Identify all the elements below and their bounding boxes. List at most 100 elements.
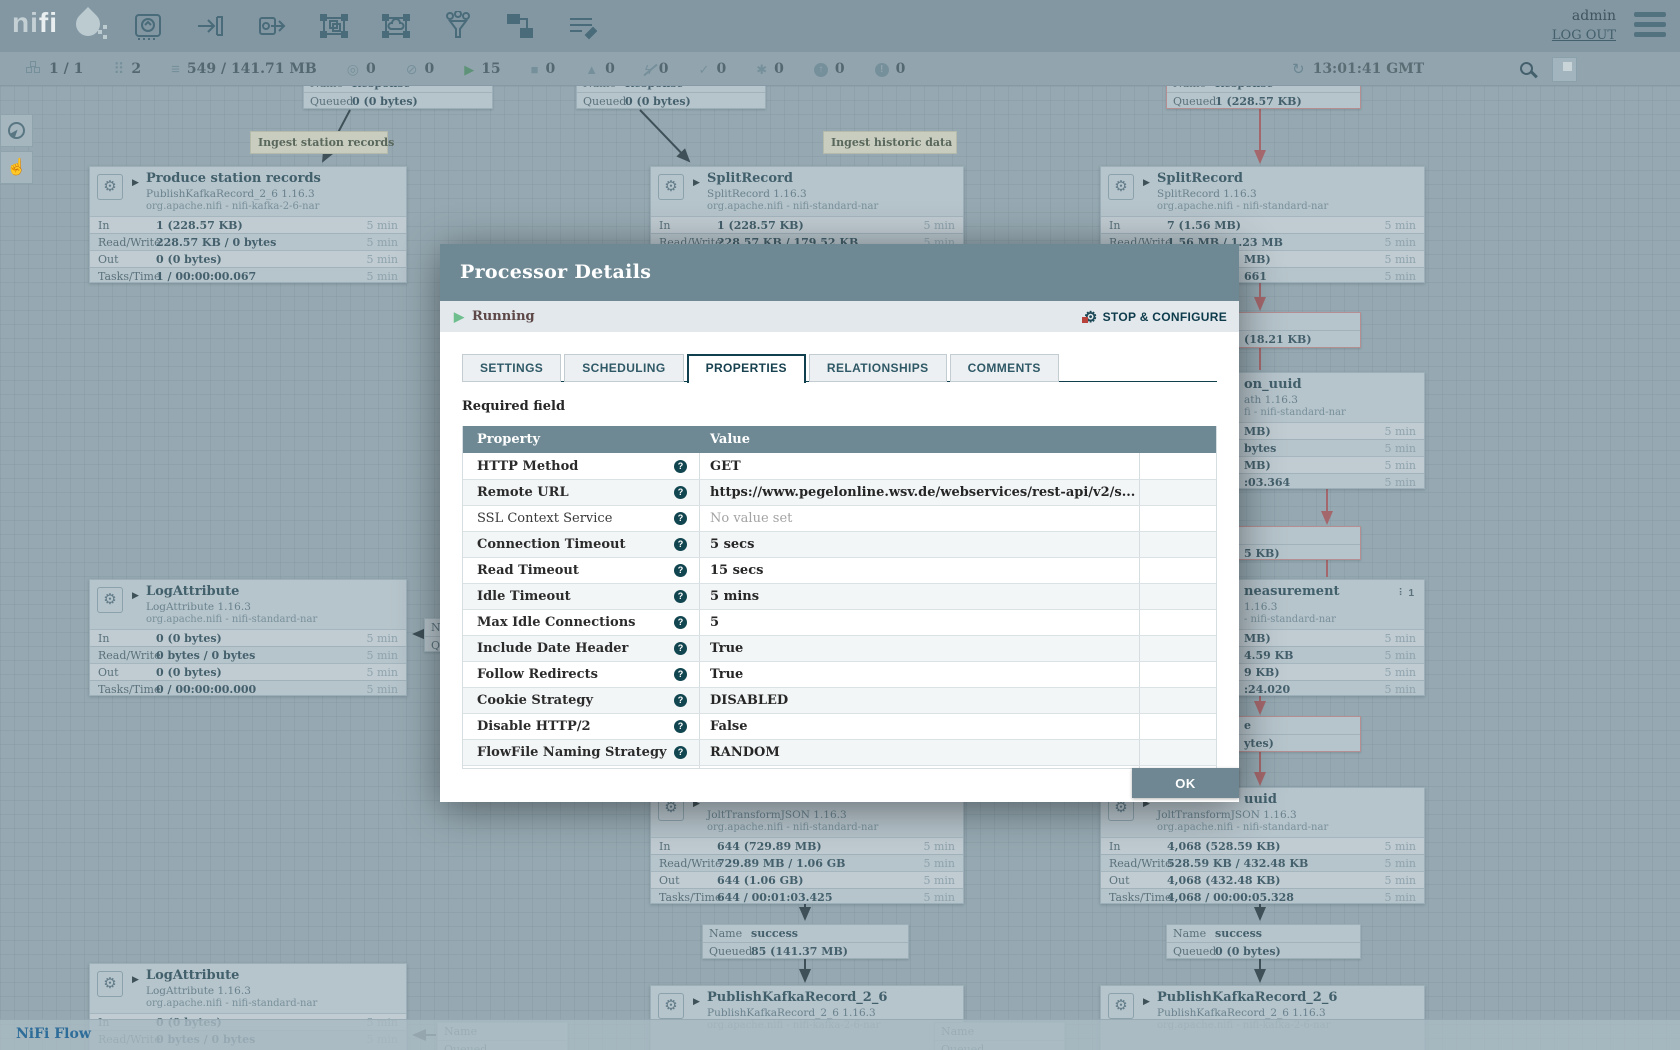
property-row[interactable]: Follow Redirects?True bbox=[463, 661, 1216, 687]
flow-label[interactable]: Ingest historic data bbox=[823, 131, 957, 154]
processor-jolttransformjson-1[interactable]: ⚙▶ JoltTransformJSON 1.16.3 org.apache.n… bbox=[650, 787, 964, 904]
label-toolbar-icon[interactable] bbox=[564, 8, 600, 44]
process-group-toolbar-icon[interactable] bbox=[316, 8, 352, 44]
tab-settings[interactable]: SETTINGS bbox=[462, 354, 561, 382]
property-name: Idle Timeout bbox=[477, 589, 571, 604]
processor-stat-row: Read/Write228.57 KB / 0 bytes5 min bbox=[90, 233, 406, 250]
processor-stat-row: Tasks/Time0 / 00:00:00.0005 min bbox=[90, 680, 406, 697]
help-icon[interactable]: ? bbox=[674, 746, 687, 759]
processor-produce-station-records[interactable]: ⚙▶ Produce station records PublishKafkaR… bbox=[89, 166, 407, 283]
value-column-header: Value bbox=[700, 426, 1140, 453]
processor-type: ath 1.16.3 bbox=[1244, 394, 1298, 406]
connection-label[interactable]: Namesuccess Queued85 (141.37 MB) bbox=[702, 924, 909, 959]
connection-label[interactable]: Namesuccess Queued0 (0 bytes) bbox=[1166, 924, 1361, 959]
cluster-nodes-icon bbox=[26, 61, 42, 77]
property-row[interactable]: HTTP Method?GET bbox=[463, 453, 1216, 479]
help-icon[interactable]: ? bbox=[674, 668, 687, 681]
processor-logattribute[interactable]: ⚙▶ LogAttribute LogAttribute 1.16.3 org.… bbox=[89, 579, 407, 696]
user-area: admin LOG OUT bbox=[1552, 8, 1616, 43]
property-row[interactable]: Idle Timeout?5 mins bbox=[463, 583, 1216, 609]
processor-type: PublishKafkaRecord_2_6 1.16.3 bbox=[707, 1007, 876, 1019]
funnel-toolbar-icon[interactable] bbox=[440, 8, 476, 44]
refresh-icon[interactable]: ↻ bbox=[1292, 60, 1305, 78]
property-row[interactable]: Cookie Strategy?DISABLED bbox=[463, 687, 1216, 713]
connection-label[interactable]: NameResponse Queued0 (0 bytes) bbox=[303, 86, 493, 109]
flow-status-bar: 1 / 1⠿2≡549 / 141.71 MB◎0⊘0▶15■0▲0ϟ0✓0✱0… bbox=[0, 52, 1680, 86]
property-name: Disable HTTP/2 bbox=[477, 719, 591, 734]
property-value: No value set bbox=[700, 506, 1140, 531]
status-item-value: 0 bbox=[716, 61, 726, 77]
remote-process-group-toolbar-icon[interactable] bbox=[378, 8, 414, 44]
property-row[interactable]: SSL Context Service?No value set bbox=[463, 505, 1216, 531]
conn-queued-value: 0 (0 bytes) bbox=[352, 93, 418, 110]
template-toolbar-icon[interactable] bbox=[502, 8, 538, 44]
help-icon[interactable]: ? bbox=[674, 460, 687, 473]
logout-link[interactable]: LOG OUT bbox=[1552, 28, 1616, 43]
birdseye-toggle-button[interactable] bbox=[1552, 57, 1577, 82]
tab-comments[interactable]: COMMENTS bbox=[950, 354, 1059, 382]
tab-properties[interactable]: PROPERTIES bbox=[687, 354, 806, 383]
status-item-value: 549 / 141.71 MB bbox=[187, 61, 317, 77]
property-row[interactable]: Include Date Header?True bbox=[463, 635, 1216, 661]
processor-stats: In0 (0 bytes)5 minRead/Write0 bytes / 0 … bbox=[90, 629, 406, 697]
property-row[interactable]: Attributes to Send?No value set bbox=[463, 765, 1216, 769]
help-icon[interactable]: ? bbox=[674, 720, 687, 733]
property-row[interactable]: FlowFile Naming Strategy?RANDOM bbox=[463, 739, 1216, 765]
processor-stats: In1 (228.57 KB)5 minRead/Write228.57 KB … bbox=[90, 216, 406, 284]
help-icon[interactable]: ? bbox=[674, 538, 687, 551]
status-item-not-transmitting-remote-groups: ⊘0 bbox=[406, 61, 434, 77]
property-row[interactable]: Disable HTTP/2?False bbox=[463, 713, 1216, 739]
last-refreshed: ↻ 13:01:41 GMT bbox=[1292, 52, 1424, 86]
running-status-icon: ▶ bbox=[454, 309, 464, 325]
processor-jolttransformjson-2[interactable]: ⚙▶ uuid JoltTransformJSON 1.16.3 org.apa… bbox=[1100, 787, 1425, 904]
processor-type: JoltTransformJSON 1.16.3 bbox=[1157, 809, 1297, 821]
processor-name: LogAttribute bbox=[146, 584, 239, 599]
help-icon[interactable]: ? bbox=[674, 590, 687, 603]
processor-toolbar-icon[interactable] bbox=[130, 8, 166, 44]
help-icon[interactable]: ? bbox=[674, 694, 687, 707]
input-port-toolbar-icon[interactable] bbox=[192, 8, 228, 44]
status-item-value: 0 bbox=[424, 61, 434, 77]
property-row[interactable]: Max Idle Connections?5 bbox=[463, 609, 1216, 635]
property-name: FlowFile Naming Strategy bbox=[477, 745, 667, 760]
status-item-value: 0 bbox=[835, 61, 845, 77]
status-item-stopped-components: ■0 bbox=[531, 61, 556, 77]
help-icon[interactable]: ? bbox=[674, 642, 687, 655]
status-item-cluster-nodes: 1 / 1 bbox=[26, 61, 83, 77]
help-icon[interactable]: ? bbox=[674, 486, 687, 499]
processor-name: PublishKafkaRecord_2_6 bbox=[707, 990, 887, 1005]
tab-scheduling[interactable]: SCHEDULING bbox=[564, 354, 683, 382]
status-item-locally-modified-versioned: ✱0 bbox=[756, 61, 784, 77]
conn-name-value: e bbox=[1244, 717, 1251, 734]
property-value: No value set bbox=[700, 766, 1140, 769]
property-value: GET bbox=[700, 453, 1140, 479]
operate-palette-button[interactable]: ☝ bbox=[0, 151, 33, 184]
help-icon[interactable]: ? bbox=[674, 512, 687, 525]
status-item-value: 0 bbox=[366, 61, 376, 77]
connection-label[interactable]: NameResponse Queued0 (0 bytes) bbox=[576, 86, 766, 109]
processor-bundle: org.apache.nifi - nifi-kafka-2-6-nar bbox=[146, 201, 319, 212]
processor-bundle: org.apache.nifi - nifi-standard-nar bbox=[707, 822, 878, 833]
stopped-components-icon: ■ bbox=[531, 63, 539, 76]
tab-relationships[interactable]: RELATIONSHIPS bbox=[809, 354, 947, 382]
flow-label[interactable]: Ingest station records bbox=[250, 131, 388, 154]
connection-label[interactable]: NameResponse Queued1 (228.57 KB) bbox=[1166, 86, 1361, 109]
properties-table: Property Value HTTP Method?GETRemote URL… bbox=[462, 426, 1217, 769]
search-icon[interactable] bbox=[1520, 62, 1533, 75]
stop-and-configure-button[interactable]: ⚙ STOP & CONFIGURE bbox=[1084, 308, 1227, 326]
property-value: True bbox=[700, 662, 1140, 687]
grouped-count-badge: ⠇ 1 bbox=[1398, 588, 1414, 599]
help-icon[interactable]: ? bbox=[674, 564, 687, 577]
breadcrumb[interactable]: NiFi Flow bbox=[16, 1026, 91, 1042]
processor-icon: ⚙ bbox=[1108, 993, 1134, 1019]
property-row[interactable]: Connection Timeout?5 secs bbox=[463, 531, 1216, 557]
help-icon[interactable]: ? bbox=[674, 616, 687, 629]
global-menu-button[interactable] bbox=[1634, 12, 1666, 38]
property-row[interactable]: Read Timeout?15 secs bbox=[463, 557, 1216, 583]
ok-button[interactable]: OK bbox=[1132, 768, 1239, 798]
property-row[interactable]: Remote URL?https://www.pegelonline.wsv.d… bbox=[463, 479, 1216, 505]
navigate-palette-button[interactable] bbox=[0, 114, 33, 147]
running-components-icon: ▶ bbox=[464, 63, 474, 76]
output-port-toolbar-icon[interactable] bbox=[254, 8, 290, 44]
processor-icon: ⚙ bbox=[97, 971, 123, 997]
